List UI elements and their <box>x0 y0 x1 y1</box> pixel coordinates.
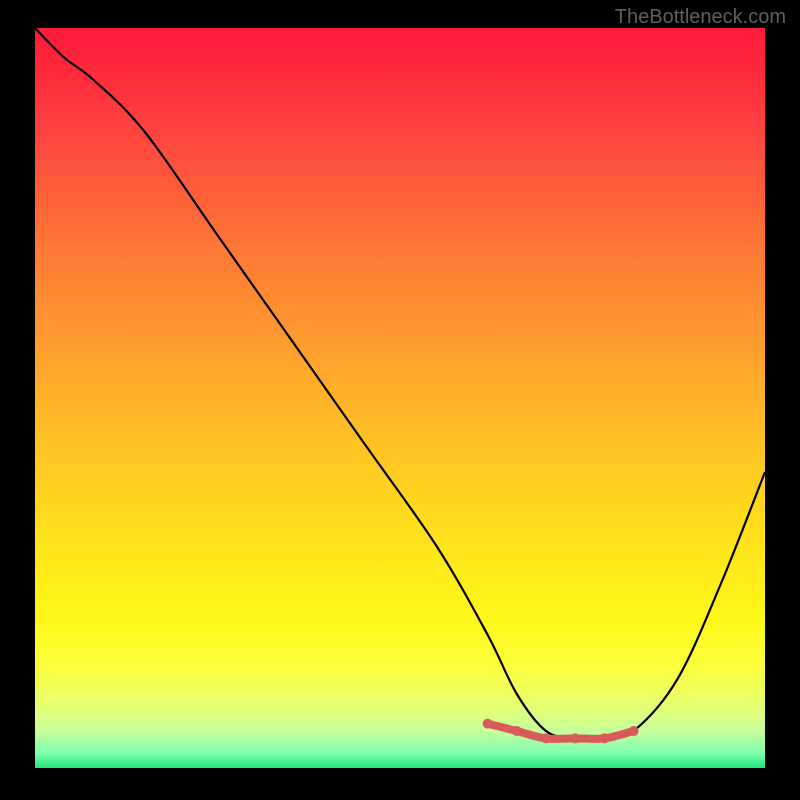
min-marker-dot <box>629 726 639 736</box>
chart-plot-area <box>35 28 765 768</box>
bottleneck-curve-path <box>35 28 765 739</box>
min-marker-dot <box>599 733 609 743</box>
min-marker-path <box>488 724 634 739</box>
min-marker-dot <box>570 733 580 743</box>
min-marker-dot <box>512 726 522 736</box>
chart-svg <box>35 28 765 768</box>
min-marker-dot <box>541 733 551 743</box>
min-marker-dot <box>483 719 493 729</box>
watermark-text: TheBottleneck.com <box>615 6 786 29</box>
